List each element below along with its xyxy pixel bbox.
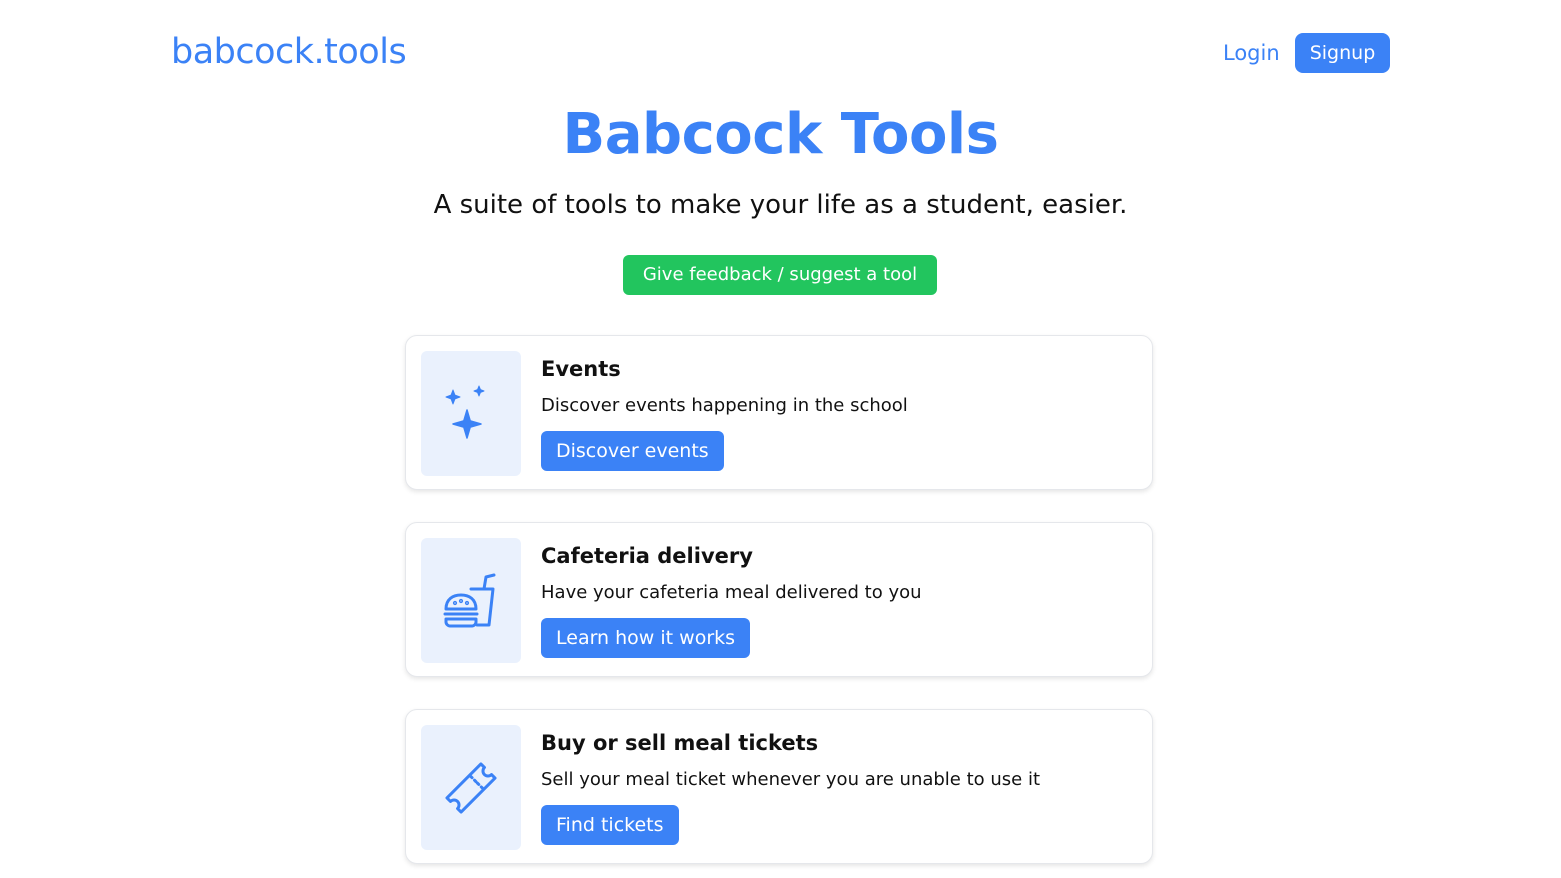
page-subtitle: A suite of tools to make your life as a … xyxy=(433,190,1128,220)
signup-button[interactable]: Signup xyxy=(1295,33,1390,73)
tool-description: Sell your meal ticket whenever you are u… xyxy=(541,769,1041,790)
find-tickets-button[interactable]: Find tickets xyxy=(541,805,679,845)
tool-icon-box xyxy=(421,538,521,663)
site-logo[interactable]: babcock.tools xyxy=(171,30,407,74)
feedback-button[interactable]: Give feedback / suggest a tool xyxy=(623,255,937,295)
tool-title: Cafeteria delivery xyxy=(541,544,753,568)
ticket-icon xyxy=(445,761,497,814)
sparkles-icon xyxy=(445,385,485,439)
tool-description: Have your cafeteria meal delivered to yo… xyxy=(541,582,922,603)
tool-card-cafeteria-delivery: Cafeteria delivery Have your cafeteria m… xyxy=(405,522,1153,677)
login-link[interactable]: Login xyxy=(1223,38,1280,68)
tool-card-meal-tickets: Buy or sell meal tickets Sell your meal … xyxy=(405,709,1153,864)
discover-events-button[interactable]: Discover events xyxy=(541,431,724,471)
tool-description: Discover events happening in the school xyxy=(541,395,908,416)
site-header: babcock.tools Login Signup xyxy=(0,0,1561,100)
tool-icon-box xyxy=(421,725,521,850)
tool-icon-box xyxy=(421,351,521,476)
tool-title: Events xyxy=(541,357,621,381)
page-title: Babcock Tools xyxy=(562,102,999,167)
tool-title: Buy or sell meal tickets xyxy=(541,731,819,755)
learn-how-it-works-button[interactable]: Learn how it works xyxy=(541,618,751,658)
tool-card-events: Events Discover events happening in the … xyxy=(405,335,1153,490)
fast-food-icon xyxy=(443,573,496,627)
